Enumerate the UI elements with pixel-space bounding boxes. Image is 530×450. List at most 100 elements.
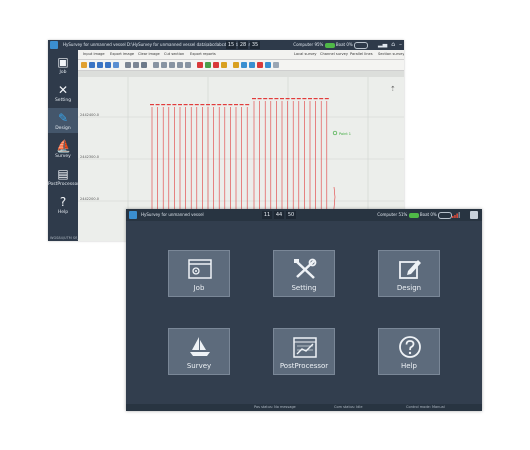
line-icon[interactable] — [153, 62, 159, 68]
sidebar-item-design[interactable]: ✎ Design — [48, 108, 78, 133]
back-clock: 15 28 35 — [226, 41, 260, 49]
line-label-mark — [308, 98, 312, 100]
job-icon: ▣ — [57, 55, 69, 69]
grid-label: 2442400.0 — [80, 113, 99, 117]
boat-status: Boat 0% — [419, 212, 437, 217]
postprocessor-tile-label: PostProcessor — [279, 362, 329, 370]
north-arrow-icon: ⇡ — [390, 85, 396, 93]
zoom-extent-icon[interactable] — [113, 62, 119, 68]
postprocessor-tile[interactable]: PostProcessor — [273, 328, 335, 375]
sidebar-item-help[interactable]: ? Help — [48, 192, 78, 217]
clock-hours: 11 — [262, 211, 272, 219]
snap-icon[interactable] — [249, 62, 255, 68]
design-tile[interactable]: Design — [378, 250, 440, 297]
line-label-mark — [324, 98, 329, 100]
clock-minutes: 28 — [238, 41, 248, 49]
front-window-title: HySurvey for unmanned vessel — [141, 212, 204, 217]
sidebar-item-label: Help — [57, 210, 69, 215]
menu-export-reports[interactable]: Export reports — [190, 50, 216, 59]
signal-icon — [452, 212, 460, 218]
line-label-mark — [239, 104, 244, 106]
redo-icon[interactable] — [133, 62, 139, 68]
setting-tile[interactable]: Setting — [273, 250, 335, 297]
sidebar-item-survey[interactable]: ⛵ Survey — [48, 136, 78, 161]
sidebar-item-setting[interactable]: ✕ Setting — [48, 80, 78, 105]
zoom-window-icon[interactable] — [105, 62, 111, 68]
window-menu-icon[interactable] — [470, 211, 478, 219]
chart-icon: ▤ — [57, 167, 69, 181]
survey-tile[interactable]: Survey — [168, 328, 230, 375]
line-label-mark — [296, 98, 301, 100]
line-label-mark — [252, 98, 256, 100]
tool-strip — [78, 60, 404, 71]
battery-icon — [408, 212, 419, 218]
curve-icon[interactable] — [169, 62, 175, 68]
undo-icon[interactable] — [125, 62, 131, 68]
sidebar-item-postprocessor[interactable]: ▤ PostProcessor — [48, 164, 79, 189]
front-status: Computer 51% Boat 0% — [377, 209, 452, 221]
sidebar-item-label: Design — [55, 126, 71, 131]
remove-icon[interactable] — [213, 62, 219, 68]
target-label: Point 1 — [339, 132, 351, 136]
boat-icon: ⛵ — [56, 139, 71, 153]
zoom-in-icon[interactable] — [89, 62, 95, 68]
boat-battery-icon — [354, 41, 368, 49]
computer-status: Computer 95% — [293, 42, 324, 47]
control-mode: Control mode: Manual — [406, 405, 445, 409]
delete-icon[interactable] — [197, 62, 203, 68]
clock-hours: 15 — [226, 41, 236, 49]
back-window-controls: ▂▄ ⌂ – — [378, 40, 402, 50]
help-tile-label: Help — [401, 362, 417, 370]
grid-label: 2442200.0 — [80, 197, 99, 201]
menu-input-image[interactable]: Input image — [83, 50, 105, 59]
line-label-mark — [302, 98, 307, 100]
boat-icon — [190, 337, 210, 356]
settings-icon[interactable] — [273, 62, 279, 68]
help-icon — [399, 336, 421, 358]
line-label-mark — [189, 104, 194, 106]
stop-icon[interactable] — [257, 62, 263, 68]
grid-icon[interactable] — [241, 62, 247, 68]
job-icon — [188, 259, 212, 279]
clock-seconds: 50 — [286, 211, 296, 219]
target-icon[interactable] — [265, 62, 271, 68]
line-label-mark — [200, 104, 205, 106]
help-icon: ? — [59, 195, 67, 209]
layer-icon[interactable] — [233, 62, 239, 68]
measure-icon[interactable] — [221, 62, 227, 68]
menu-export-image[interactable]: Export image — [110, 50, 134, 59]
menu-channel-survey[interactable]: Channel survey — [320, 50, 348, 59]
menu-cut-section[interactable]: Cut section — [164, 50, 184, 59]
add-point-icon[interactable] — [205, 62, 211, 68]
line-label-mark — [183, 104, 188, 106]
design-tile-label: Design — [396, 284, 422, 292]
boat-status: Boat 0% — [335, 42, 353, 47]
job-tile[interactable]: Job — [168, 250, 230, 297]
target-point-icon[interactable] — [332, 130, 338, 136]
menu-local-survey[interactable]: Local survey — [294, 50, 317, 59]
home-icon[interactable]: ⌂ — [391, 40, 395, 50]
main-menu-window: HySurvey for unmanned vessel 11 44 50 Co… — [126, 209, 482, 411]
menu-section-survey[interactable]: Section survey — [378, 50, 404, 59]
line-label-mark — [178, 104, 182, 106]
status-bar: Pos status: No message Com status: Idle … — [126, 404, 482, 411]
menu-clear-image[interactable]: Clear image — [138, 50, 160, 59]
pan-icon[interactable] — [141, 62, 147, 68]
signal-icon: ▂▄ — [377, 41, 388, 48]
line-label-mark — [291, 98, 296, 100]
sidebar-item-job[interactable]: ▣ Job — [48, 52, 78, 77]
minimize-icon[interactable]: – — [399, 40, 402, 50]
hand-icon[interactable] — [81, 62, 87, 68]
grid-label: 2442300.0 — [80, 155, 99, 159]
front-title-bar: HySurvey for unmanned vessel 11 44 50 Co… — [126, 209, 482, 221]
zoom-out-icon[interactable] — [97, 62, 103, 68]
line-label-mark — [257, 98, 262, 100]
polyline-icon[interactable] — [161, 62, 167, 68]
chart-icon — [293, 337, 317, 358]
arc-icon[interactable] — [177, 62, 183, 68]
circle-icon[interactable] — [185, 62, 191, 68]
line-label-mark — [274, 98, 279, 100]
line-label-mark — [155, 104, 160, 106]
help-tile[interactable]: Help — [378, 328, 440, 375]
menu-parallel-lines[interactable]: Parallel lines — [350, 50, 373, 59]
